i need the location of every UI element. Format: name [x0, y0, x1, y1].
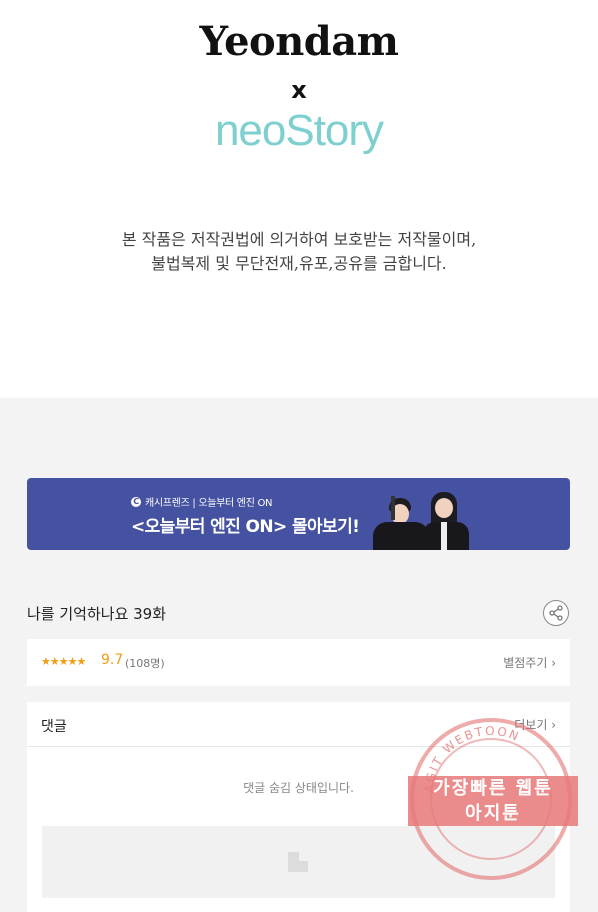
banner-small-text: 캐시프렌즈 | 오늘부터 엔진 ON [145, 498, 273, 509]
cash-friends-icon: C [131, 496, 141, 507]
episode-title: 나를 기억하나요 39화 [27, 605, 167, 623]
rating-count: (108명) [125, 657, 165, 670]
episode-end-header: Yeondam x neoStory 본 작품은 저작권법에 의거하여 보호받는… [0, 0, 598, 398]
share-button[interactable] [543, 600, 569, 626]
copyright-line-2: 불법복제 및 무단전재,유포,공유를 금합니다. [151, 254, 447, 273]
comments-header: 댓글 더보기 › [27, 702, 570, 747]
brand-yeondam-logo: Yeondam [199, 18, 400, 65]
copyright-notice: 본 작품은 저작권법에 의거하여 보호받는 저작물이며, 불법복제 및 무단전재… [0, 228, 598, 276]
rating-score: 9.7 [101, 652, 124, 668]
ad-placeholder [42, 826, 555, 898]
comments-panel: 댓글 더보기 › 댓글 숨김 상태입니다. [27, 702, 570, 912]
banner-subtitle: C 캐시프렌즈 | 오늘부터 엔진 ON [131, 494, 273, 509]
banner-character-female-image [419, 486, 471, 550]
rating-panel: ★★★★★ 9.7 (108명) 별점주기 › [27, 639, 570, 686]
brand-collab-x: x [291, 76, 307, 104]
comments-more-link[interactable]: 더보기 › [514, 716, 556, 733]
banner-title: <오늘부터 엔진 ON> 몰아보기! [131, 517, 360, 537]
image-placeholder-icon [288, 852, 308, 872]
rate-button[interactable]: 별점주기 › [503, 654, 556, 671]
share-icon [549, 605, 563, 621]
promo-banner[interactable]: C 캐시프렌즈 | 오늘부터 엔진 ON <오늘부터 엔진 ON> 몰아보기! [27, 478, 570, 550]
comments-hidden-message: 댓글 숨김 상태입니다. [243, 781, 354, 795]
rating-stars: ★★★★★ [41, 655, 86, 668]
brand-neostory-logo: neoStory [214, 106, 384, 155]
comments-label: 댓글 [41, 719, 67, 735]
copyright-line-1: 본 작품은 저작권법에 의거하여 보호받는 저작물이며, [121, 230, 477, 249]
